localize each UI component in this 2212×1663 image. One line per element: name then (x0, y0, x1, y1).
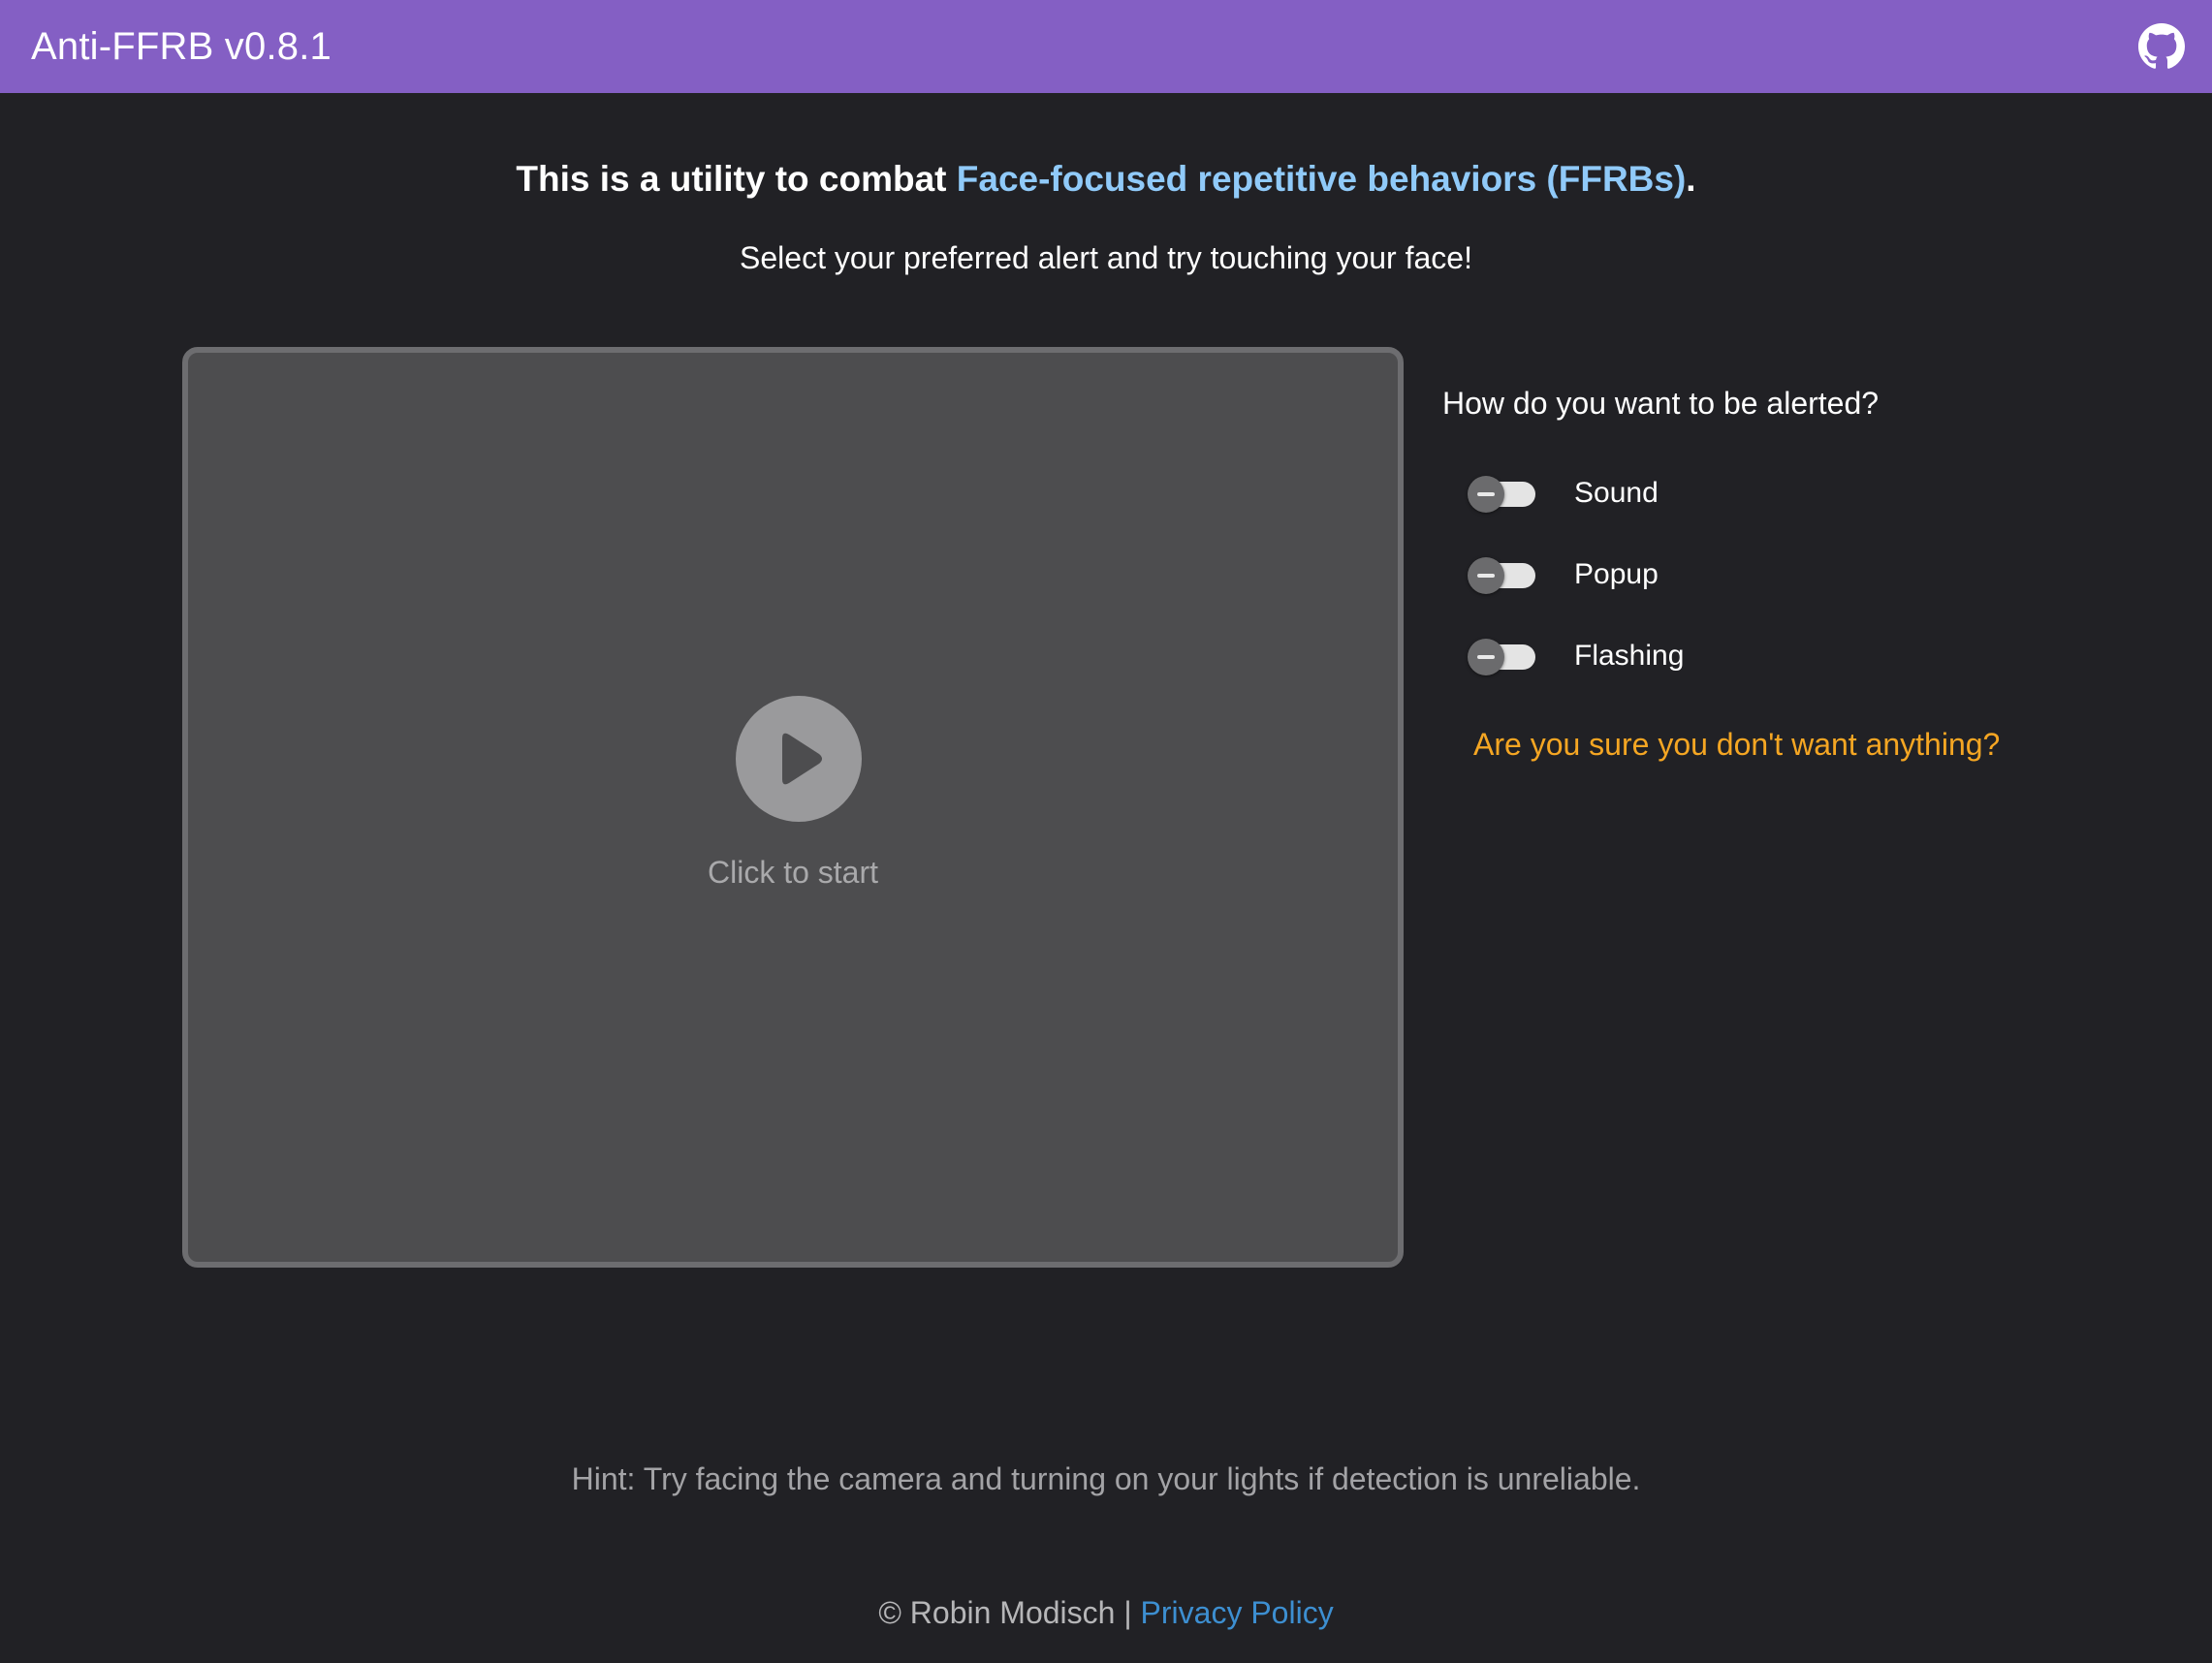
sound-switch[interactable] (1466, 474, 1539, 513)
flashing-switch[interactable] (1466, 637, 1539, 675)
hint-text: Hint: Try facing the camera and turning … (571, 1461, 1641, 1496)
github-icon[interactable] (2138, 23, 2185, 70)
footer: © Robin Modisch | Privacy Policy (0, 1595, 2212, 1631)
toggle-label-flashing: Flashing (1574, 640, 1685, 672)
switch-thumb (1468, 639, 1504, 675)
start-label: Click to start (707, 855, 879, 890)
no-alert-warning: Are you sure you don't want anything? (1473, 727, 2001, 762)
switch-thumb (1468, 476, 1504, 513)
intro-suffix: . (1686, 159, 1696, 199)
toggle-flashing[interactable]: Flashing (1466, 632, 1684, 680)
intro-headline: This is a utility to combat Face-focused… (0, 159, 2212, 200)
intro-instruction: Select your preferred alert and try touc… (740, 240, 1472, 275)
copyright-text: © Robin Modisch | (878, 1595, 1141, 1630)
toggle-sound[interactable]: Sound (1466, 469, 1659, 518)
alerts-title: How do you want to be alerted? (1442, 386, 1880, 421)
ffrb-link[interactable]: Face-focused repetitive behaviors (FFRBs… (957, 159, 1687, 199)
switch-thumb (1468, 557, 1504, 594)
popup-switch[interactable] (1466, 555, 1539, 594)
play-icon[interactable] (736, 696, 862, 822)
toggle-label-popup: Popup (1574, 558, 1659, 590)
privacy-policy-link[interactable]: Privacy Policy (1141, 1595, 1334, 1630)
intro-prefix: This is a utility to combat (516, 159, 957, 199)
video-start-area[interactable]: Click to start (182, 347, 1404, 1268)
app-bar: Anti-FFRB v0.8.1 (0, 0, 2212, 93)
toggle-label-sound: Sound (1574, 477, 1659, 509)
toggle-popup[interactable]: Popup (1466, 550, 1659, 599)
app-title: Anti-FFRB v0.8.1 (31, 24, 332, 68)
